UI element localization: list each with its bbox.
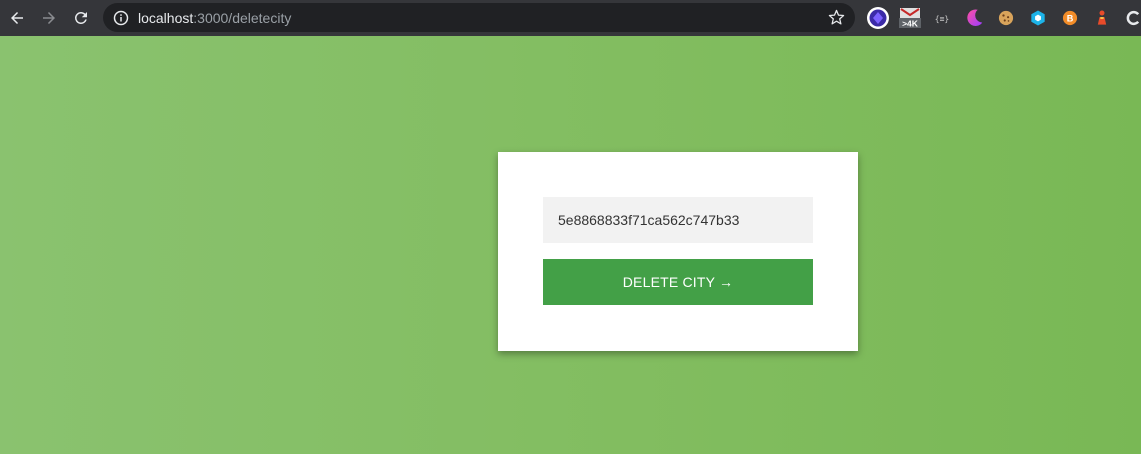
extensions-area: >4K {≡} B: [862, 0, 1141, 36]
back-button[interactable]: [1, 2, 33, 34]
extension-red-figure-icon[interactable]: [1086, 2, 1118, 34]
url-text: localhost:3000/deletecity: [138, 10, 291, 26]
delete-city-card: DELETE CITY →: [498, 152, 858, 351]
extension-blue-cube-icon[interactable]: [1022, 2, 1054, 34]
extension-json-braces-icon[interactable]: {≡}: [926, 2, 958, 34]
url-path: :3000/deletecity: [193, 9, 292, 26]
reload-button[interactable]: [65, 2, 97, 34]
extension-cookie-icon[interactable]: [990, 2, 1022, 34]
extension-b-badge-icon[interactable]: B: [1054, 2, 1086, 34]
delete-city-button[interactable]: DELETE CITY →: [543, 259, 813, 305]
url-host: localhost: [138, 9, 194, 26]
extension-moon-icon[interactable]: [958, 2, 990, 34]
arrow-left-icon: [11, 12, 23, 24]
extension-4k-badge-icon[interactable]: >4K: [894, 2, 926, 34]
page-content: DELETE CITY →: [0, 36, 1141, 454]
extension-purple-diamond-icon[interactable]: [862, 2, 894, 34]
extension-json-label: {≡}: [935, 15, 949, 24]
arrow-right-icon: [43, 12, 55, 24]
browser-toolbar: localhost:3000/deletecity >4K {≡} B: [0, 0, 1141, 36]
extension-b-label: B: [1067, 14, 1074, 24]
extension-4k-label: >4K: [902, 19, 919, 29]
reload-icon: [74, 11, 87, 24]
bookmark-star-icon[interactable]: [828, 9, 845, 26]
info-icon[interactable]: [113, 10, 129, 26]
extension-c-circle-icon[interactable]: [1118, 2, 1141, 34]
city-id-input[interactable]: [543, 197, 813, 243]
address-bar[interactable]: localhost:3000/deletecity: [103, 3, 855, 32]
forward-button[interactable]: [33, 2, 65, 34]
